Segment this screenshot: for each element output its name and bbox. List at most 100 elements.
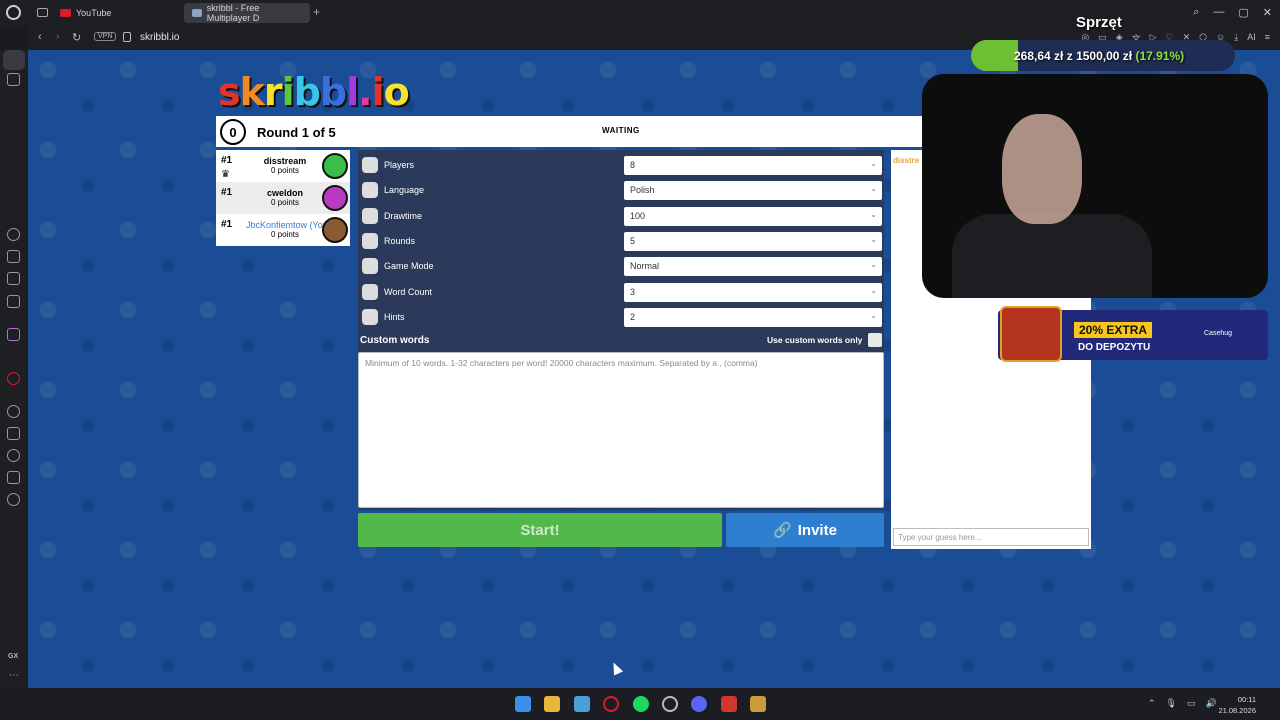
forward-icon[interactable]: › xyxy=(56,31,60,43)
chevron-down-icon: ⌄ xyxy=(870,285,877,295)
setting-icon xyxy=(362,157,378,173)
favorites-icon[interactable] xyxy=(7,427,20,440)
percent-icon[interactable] xyxy=(7,350,20,363)
chevron-up-icon[interactable]: ⌃ xyxy=(1148,698,1156,709)
tab-menu-icon[interactable] xyxy=(37,8,48,17)
lock-icon[interactable] xyxy=(123,32,131,42)
players-list: #1 ♛ disstream 0 points #1 cweldon 0 poi… xyxy=(216,150,350,246)
microphone-icon[interactable]: 🎙 xyxy=(1166,698,1177,709)
setting-select[interactable]: 2 ⌄ xyxy=(624,307,882,327)
setting-select[interactable]: 3 ⌄ xyxy=(624,282,882,302)
setting-select[interactable]: 8 ⌄ xyxy=(624,156,882,175)
setting-value: 3 xyxy=(630,286,636,297)
gx-label[interactable]: GX xyxy=(8,653,18,660)
logo-text: skribbl.io xyxy=(218,70,410,114)
tab-skribbl[interactable]: skribbl - Free Multiplayer D xyxy=(184,3,310,23)
goal-of: z xyxy=(1066,49,1073,63)
setting-label: Game Mode xyxy=(384,261,434,272)
ad-extra-text: 20% EXTRA xyxy=(1074,322,1153,338)
menu-icon[interactable]: ≡ xyxy=(1265,32,1270,45)
gaming-icon[interactable] xyxy=(7,73,20,86)
webcam-person xyxy=(952,214,1152,298)
custom-words-only-checkbox[interactable] xyxy=(868,333,882,347)
photos-icon[interactable] xyxy=(574,696,590,712)
twitch-icon[interactable] xyxy=(7,272,20,285)
opera-logo-icon[interactable] xyxy=(6,5,21,20)
guess-input[interactable]: Type your guess here... xyxy=(893,528,1089,546)
messenger-icon[interactable] xyxy=(7,295,20,308)
opera-gx-icon[interactable] xyxy=(603,696,619,712)
download-icon[interactable]: ⤓ xyxy=(1234,32,1238,45)
setting-icon xyxy=(362,258,378,275)
setting-select[interactable]: 5 ⌄ xyxy=(624,231,882,251)
setting-select[interactable]: Normal ⌄ xyxy=(624,257,882,277)
url-field[interactable]: skribbl.io xyxy=(140,32,179,43)
setting-value: 100 xyxy=(630,210,646,221)
clock-icon[interactable] xyxy=(7,449,20,462)
custom-words-textarea[interactable]: Minimum of 10 words. 1-32 characters per… xyxy=(358,352,884,508)
network-icon[interactable]: ▭ xyxy=(1187,698,1196,709)
app-icon[interactable] xyxy=(7,328,20,341)
player-name: disstream xyxy=(263,156,307,166)
ad-deposit-text: DO DEPOZYTU xyxy=(1078,342,1151,353)
chat-message: disstre xyxy=(893,156,920,165)
start-menu-icon[interactable] xyxy=(515,696,531,712)
setting-row-hints: Hints 2 ⌄ xyxy=(358,305,884,329)
taskbar-clock[interactable]: 00:11 21.08.2026 xyxy=(1218,694,1256,716)
maximize-icon[interactable]: ▢ xyxy=(1238,6,1248,19)
record-icon[interactable] xyxy=(7,372,20,385)
search-icon[interactable]: ⌕ xyxy=(1193,6,1199,19)
close-icon[interactable]: ✕ xyxy=(1263,6,1272,19)
back-icon[interactable]: ‹ xyxy=(38,31,42,43)
goal-progress-text: 268,64 zł z 1500,00 zł (17.91%) xyxy=(1014,49,1184,63)
chrome-icon[interactable] xyxy=(662,696,678,712)
reload-icon[interactable]: ↻ xyxy=(72,31,81,44)
chevron-down-icon: ⌄ xyxy=(870,209,877,219)
app-icon[interactable] xyxy=(721,696,737,712)
setting-select[interactable]: Polish ⌄ xyxy=(624,181,882,201)
history-icon[interactable] xyxy=(7,228,20,241)
player-points: 0 points xyxy=(270,230,300,239)
player-rank: #1 xyxy=(221,187,233,198)
chevron-down-icon: ⌄ xyxy=(870,159,877,168)
more-icon[interactable]: ⋯ xyxy=(9,670,19,681)
new-tab-button[interactable]: + xyxy=(313,5,320,19)
discord-icon[interactable] xyxy=(691,696,707,712)
spotify-icon[interactable] xyxy=(633,696,649,712)
player-name: JbcKonfiemtow (You) xyxy=(246,220,324,230)
player-row[interactable]: #1 cweldon 0 points xyxy=(216,182,350,214)
setting-icon xyxy=(362,232,378,249)
goal-title: Sprzęt xyxy=(1076,14,1122,31)
player-points: 0 points xyxy=(270,166,300,175)
settings-icon[interactable] xyxy=(7,493,20,506)
player-row[interactable]: #1 JbcKonfiemtow (You) 0 points xyxy=(216,214,350,246)
minimize-icon[interactable]: — xyxy=(1213,6,1224,19)
workspace-icon[interactable] xyxy=(7,250,20,263)
sponsor-banner: 20% EXTRA DO DEPOZYTU Casehug xyxy=(998,306,1268,362)
league-icon[interactable] xyxy=(750,696,766,712)
vpn-badge[interactable]: VPN xyxy=(94,32,117,41)
setting-icon xyxy=(362,308,378,325)
game-header: 0 Round 1 of 5 WAITING xyxy=(216,116,923,147)
file-explorer-icon[interactable] xyxy=(544,696,560,712)
invite-button[interactable]: 🔗 Invite xyxy=(726,513,884,547)
youtube-icon xyxy=(60,9,71,17)
volume-icon[interactable]: 🔊 xyxy=(1206,698,1217,709)
tab-youtube[interactable]: YouTube xyxy=(52,3,180,23)
ai-icon[interactable]: AI xyxy=(1247,32,1256,45)
setting-value: 2 xyxy=(630,311,636,322)
start-button[interactable]: Start! xyxy=(358,513,722,547)
setting-icon xyxy=(362,207,378,224)
setting-select[interactable]: 100 ⌄ xyxy=(624,206,882,226)
tab-label: skribbl - Free Multiplayer D xyxy=(206,3,260,23)
player-name: cweldon xyxy=(266,188,303,198)
player-icon[interactable] xyxy=(7,405,20,418)
skribbl-logo: skribbl.io xyxy=(218,70,410,114)
setting-label: Rounds xyxy=(384,235,416,246)
player-row[interactable]: #1 ♛ disstream 0 points xyxy=(216,150,350,182)
cube-icon[interactable] xyxy=(7,471,20,484)
chevron-down-icon: ⌄ xyxy=(870,260,877,270)
goal-target: 1500,00 zł xyxy=(1076,49,1133,63)
setting-label: Language xyxy=(384,185,425,196)
home-icon[interactable] xyxy=(3,50,25,70)
